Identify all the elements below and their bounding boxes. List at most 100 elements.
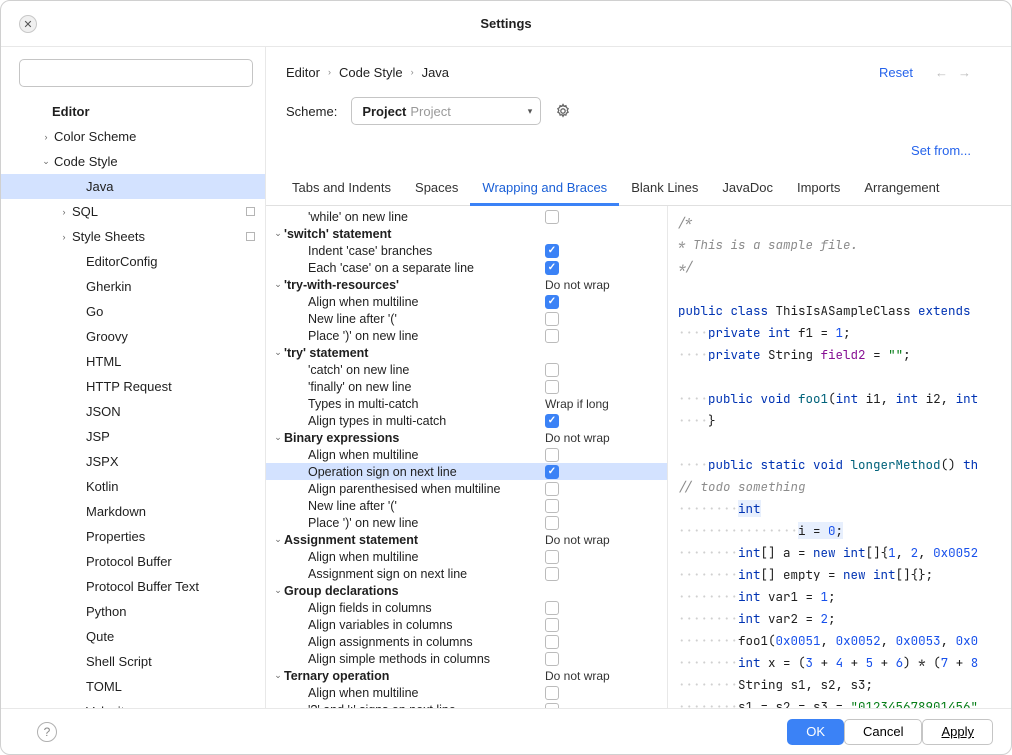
tree-item[interactable]: ›Color Scheme [1,124,265,149]
breadcrumb-item[interactable]: Editor [286,65,320,80]
tree-item[interactable]: Markdown [1,499,265,524]
tree-item[interactable]: Editor [1,99,265,124]
cancel-button[interactable]: Cancel [844,719,922,745]
checkbox[interactable] [545,448,559,462]
option-row[interactable]: Place ')' on new line [266,327,667,344]
tree-item[interactable]: Groovy [1,324,265,349]
tab-blank-lines[interactable]: Blank Lines [619,173,710,205]
tree-item[interactable]: EditorConfig [1,249,265,274]
option-row[interactable]: ⌄Assignment statementDo not wrap [266,531,667,548]
tab-arrangement[interactable]: Arrangement [852,173,951,205]
option-row[interactable]: ⌄'try-with-resources'Do not wrap [266,276,667,293]
option-row[interactable]: 'catch' on new line [266,361,667,378]
tree-item[interactable]: Python [1,599,265,624]
option-row[interactable]: New line after '(' [266,310,667,327]
checkbox[interactable] [545,652,559,666]
tree-item[interactable]: Qute [1,624,265,649]
option-row[interactable]: Align fields in columns [266,599,667,616]
checkbox[interactable]: ✓ [545,295,559,309]
tree-item[interactable]: Java [1,174,265,199]
tree-item[interactable]: Velocity [1,699,265,708]
tree-item[interactable]: ›SQL [1,199,265,224]
tree-item[interactable]: Kotlin [1,474,265,499]
tree-item[interactable]: JSON [1,399,265,424]
tree-item[interactable]: Shell Script [1,649,265,674]
option-row[interactable]: ⌄'try' statement [266,344,667,361]
checkbox[interactable]: ✓ [545,414,559,428]
checkbox[interactable]: ✓ [545,261,559,275]
tree-item[interactable]: TOML [1,674,265,699]
option-row[interactable]: Align when multiline [266,548,667,565]
option-row[interactable]: 'while' on new line [266,208,667,225]
option-row[interactable]: Assignment sign on next line [266,565,667,582]
option-row[interactable]: Align simple methods in columns [266,650,667,667]
checkbox[interactable] [545,516,559,530]
option-row[interactable]: ⌄Ternary operationDo not wrap [266,667,667,684]
options-list[interactable]: 'while' on new line⌄'switch' statementIn… [266,206,668,708]
option-row[interactable]: Align variables in columns [266,616,667,633]
wrap-value[interactable]: Wrap if long [545,397,609,411]
apply-button[interactable]: Apply [922,719,993,745]
checkbox[interactable] [545,329,559,343]
tree-item[interactable]: Gherkin [1,274,265,299]
wrap-value[interactable]: Do not wrap [545,431,610,445]
option-row[interactable]: Align when multiline✓ [266,293,667,310]
option-row[interactable]: Align parenthesised when multiline [266,480,667,497]
checkbox[interactable] [545,210,559,224]
tree-item[interactable]: Protocol Buffer [1,549,265,574]
checkbox[interactable] [545,601,559,615]
set-from-link[interactable]: Set from... [911,143,971,158]
checkbox[interactable] [545,363,559,377]
ok-button[interactable]: OK [787,719,844,745]
checkbox[interactable] [545,312,559,326]
option-row[interactable]: ⌄Group declarations [266,582,667,599]
tree-item[interactable]: HTML [1,349,265,374]
option-row[interactable]: Align assignments in columns [266,633,667,650]
tab-wrapping-and-braces[interactable]: Wrapping and Braces [470,173,619,206]
settings-tree[interactable]: Editor›Color Scheme⌄Code StyleJava›SQL›S… [1,95,265,708]
close-button[interactable]: ✕ [19,15,37,33]
checkbox[interactable] [545,618,559,632]
checkbox[interactable] [545,550,559,564]
tab-tabs-and-indents[interactable]: Tabs and Indents [280,173,403,205]
option-row[interactable]: Align when multiline [266,446,667,463]
option-row[interactable]: Place ')' on new line [266,514,667,531]
option-row[interactable]: ⌄Binary expressionsDo not wrap [266,429,667,446]
tab-spaces[interactable]: Spaces [403,173,470,205]
checkbox[interactable] [545,482,559,496]
wrap-value[interactable]: Do not wrap [545,278,610,292]
checkbox[interactable] [545,380,559,394]
search-input[interactable] [19,59,253,87]
checkbox[interactable] [545,635,559,649]
breadcrumb-item[interactable]: Java [422,65,449,80]
checkbox[interactable] [545,567,559,581]
tree-item[interactable]: Go [1,299,265,324]
option-row[interactable]: New line after '(' [266,497,667,514]
option-row[interactable]: Types in multi-catchWrap if long [266,395,667,412]
checkbox[interactable]: ✓ [545,244,559,258]
tab-javadoc[interactable]: JavaDoc [710,173,785,205]
option-row[interactable]: Indent 'case' branches✓ [266,242,667,259]
option-row[interactable]: ⌄'switch' statement [266,225,667,242]
nav-back-icon[interactable]: ← [935,65,948,80]
tree-item[interactable]: ⌄Code Style [1,149,265,174]
nav-forward-icon[interactable]: → [958,65,971,80]
option-row[interactable]: Operation sign on next line✓ [266,463,667,480]
option-row[interactable]: Align when multiline [266,684,667,701]
wrap-value[interactable]: Do not wrap [545,669,610,683]
help-button[interactable]: ? [37,722,57,742]
tree-item[interactable]: Protocol Buffer Text [1,574,265,599]
tree-item[interactable]: Properties [1,524,265,549]
tree-item[interactable]: HTTP Request [1,374,265,399]
option-row[interactable]: '?' and ':' signs on next line [266,701,667,708]
tree-item[interactable]: ›Style Sheets [1,224,265,249]
tree-item[interactable]: JSPX [1,449,265,474]
tab-imports[interactable]: Imports [785,173,852,205]
wrap-value[interactable]: Do not wrap [545,533,610,547]
checkbox[interactable] [545,686,559,700]
breadcrumb-item[interactable]: Code Style [339,65,403,80]
scheme-dropdown[interactable]: Project Project ▾ [351,97,541,125]
tree-item[interactable]: JSP [1,424,265,449]
checkbox[interactable]: ✓ [545,465,559,479]
gear-icon[interactable] [555,103,571,119]
